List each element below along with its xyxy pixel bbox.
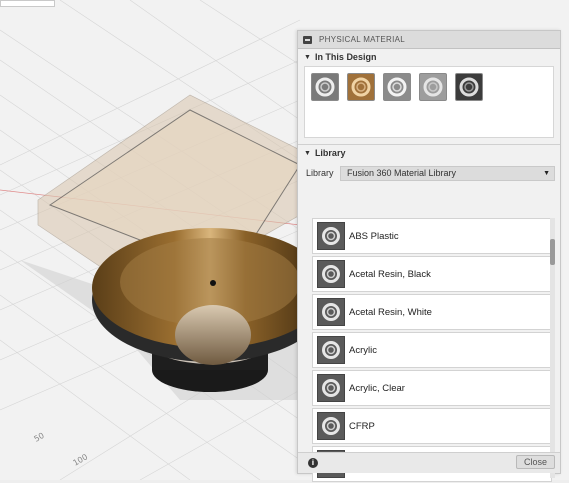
library-select[interactable]: Fusion 360 Material Library ▼ bbox=[340, 165, 555, 181]
material-name: ABS Plastic bbox=[349, 230, 399, 242]
panel-title: PHYSICAL MATERIAL bbox=[319, 35, 406, 44]
toolbar-fragment bbox=[0, 0, 55, 7]
material-name: Acrylic, Clear bbox=[349, 382, 405, 394]
material-list-scrollbar[interactable] bbox=[550, 218, 555, 478]
material-swatch[interactable] bbox=[455, 73, 483, 101]
material-thumbnail-icon bbox=[317, 336, 345, 364]
panel-footer: i Close bbox=[298, 452, 560, 473]
material-thumbnail-icon bbox=[317, 374, 345, 402]
chevron-down-icon: ▼ bbox=[304, 53, 311, 61]
scrollbar-thumb[interactable] bbox=[550, 239, 555, 265]
material-swatch-icon bbox=[423, 77, 443, 97]
material-thumbnail-icon bbox=[317, 260, 345, 288]
material-list-item[interactable]: CFRP bbox=[312, 408, 552, 444]
material-thumbnail-icon bbox=[317, 298, 345, 326]
material-thumbnail-icon bbox=[317, 222, 345, 250]
library-select-label: Library bbox=[306, 168, 334, 178]
in-design-swatches bbox=[304, 66, 554, 138]
chevron-down-icon: ▼ bbox=[304, 149, 311, 157]
material-swatch-icon bbox=[315, 77, 335, 97]
in-design-label: In This Design bbox=[314, 52, 377, 62]
library-label: Library bbox=[314, 148, 346, 158]
material-swatch[interactable] bbox=[347, 73, 375, 101]
material-swatch[interactable] bbox=[383, 73, 411, 101]
panel-header: PHYSICAL MATERIAL bbox=[298, 31, 560, 49]
material-thumbnail-icon bbox=[317, 412, 345, 440]
library-select-row: Library Fusion 360 Material Library ▼ bbox=[298, 165, 560, 181]
material-list-item[interactable]: Acetal Resin, White bbox=[312, 294, 552, 330]
library-section-header[interactable]: ▼ Library bbox=[298, 145, 560, 161]
material-swatch[interactable] bbox=[311, 73, 339, 101]
physical-material-panel: PHYSICAL MATERIAL ▼ In This Design ▼ Lib… bbox=[297, 30, 561, 482]
material-name: Acetal Resin, Black bbox=[349, 268, 431, 280]
material-name: CFRP bbox=[349, 420, 375, 432]
material-list-item[interactable]: Acetal Resin, Black bbox=[312, 256, 552, 292]
library-select-value: Fusion 360 Material Library bbox=[347, 168, 457, 178]
material-list-item[interactable]: Acrylic, Clear bbox=[312, 370, 552, 406]
info-icon[interactable]: i bbox=[308, 458, 318, 468]
material-name: Acetal Resin, White bbox=[349, 306, 432, 318]
material-list[interactable]: ABS Plastic Acetal Resin, Black Acetal Res… bbox=[312, 218, 552, 483]
material-name: Acrylic bbox=[349, 344, 377, 356]
material-swatch-icon bbox=[459, 77, 479, 97]
in-design-section-header[interactable]: ▼ In This Design bbox=[298, 49, 560, 65]
material-list-item[interactable]: Acrylic bbox=[312, 332, 552, 368]
bowl-dome bbox=[175, 305, 251, 365]
material-swatch-icon bbox=[351, 77, 371, 97]
material-swatch-icon bbox=[387, 77, 407, 97]
dropdown-arrow-icon: ▼ bbox=[543, 169, 550, 177]
collapse-panel-icon[interactable] bbox=[303, 35, 312, 44]
close-button[interactable]: Close bbox=[516, 455, 555, 469]
material-list-item[interactable]: ABS Plastic bbox=[312, 218, 552, 254]
material-swatch[interactable] bbox=[419, 73, 447, 101]
